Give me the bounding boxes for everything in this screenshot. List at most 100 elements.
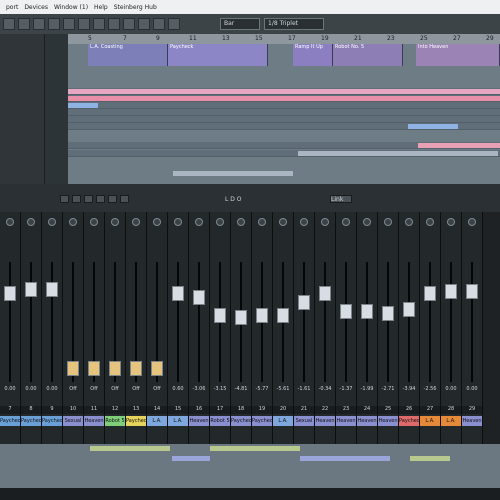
channel-name[interactable]: Heaven [84, 416, 104, 426]
audio-clip[interactable] [90, 446, 170, 451]
draw-tool-icon[interactable] [123, 18, 135, 30]
pan-knob-icon[interactable] [90, 218, 98, 226]
channel-name[interactable]: Paycheck [21, 416, 41, 426]
link-button[interactable]: Link [330, 195, 352, 203]
rewind-button[interactable] [60, 195, 69, 203]
erase-tool-icon[interactable] [63, 18, 75, 30]
channel-name[interactable]: L.A. Coasting [441, 416, 461, 426]
volume-fader[interactable] [298, 295, 310, 310]
volume-fader[interactable] [151, 361, 163, 376]
volume-fader[interactable] [403, 301, 415, 317]
pan-knob-icon[interactable] [321, 218, 329, 226]
volume-fader[interactable] [424, 286, 436, 302]
channel-name[interactable]: L.A. Coasting [273, 416, 293, 426]
volume-fader[interactable] [214, 308, 226, 324]
pan-knob-icon[interactable] [27, 218, 35, 226]
forward-button[interactable] [72, 195, 81, 203]
channel-name[interactable]: Heaven [357, 416, 377, 426]
volume-fader[interactable] [466, 284, 478, 299]
mute-tool-icon[interactable] [93, 18, 105, 30]
marker-robot-no-5[interactable]: Robot No. 5 [333, 44, 403, 66]
channel-name[interactable]: Paycheck [42, 416, 62, 426]
menu-item-steinberg-hub[interactable]: Steinberg Hub [114, 4, 157, 11]
volume-fader[interactable] [235, 310, 247, 326]
pan-knob-icon[interactable] [468, 218, 476, 226]
pan-knob-icon[interactable] [69, 218, 77, 226]
audio-clip[interactable] [408, 124, 458, 129]
zoom-tool-icon[interactable] [78, 18, 90, 30]
pan-knob-icon[interactable] [342, 218, 350, 226]
record-button[interactable] [120, 195, 129, 203]
pan-knob-icon[interactable] [195, 218, 203, 226]
audio-clip[interactable] [418, 143, 500, 148]
pan-knob-icon[interactable] [384, 218, 392, 226]
volume-fader[interactable] [4, 286, 16, 302]
channel-name[interactable]: Paycheck [231, 416, 251, 426]
volume-fader[interactable] [46, 281, 58, 297]
split-tool-icon[interactable] [33, 18, 45, 30]
volume-fader[interactable] [319, 286, 331, 302]
volume-fader[interactable] [193, 289, 205, 305]
grid-type-select[interactable]: 1/8 Triplet [264, 18, 324, 30]
audio-clip[interactable] [172, 456, 210, 461]
play-tool-icon[interactable] [138, 18, 150, 30]
menu-item-port[interactable]: port [6, 4, 18, 11]
channel-name[interactable]: Heaven [315, 416, 335, 426]
volume-fader[interactable] [25, 281, 37, 297]
volume-fader[interactable] [88, 361, 100, 376]
audio-clip[interactable] [298, 151, 498, 156]
pan-knob-icon[interactable] [258, 218, 266, 226]
audio-clip[interactable] [173, 171, 293, 176]
snap-icon[interactable] [153, 18, 165, 30]
volume-fader[interactable] [256, 308, 268, 324]
volume-fader[interactable] [172, 286, 184, 302]
pointer-tool-icon[interactable] [3, 18, 15, 30]
track-lane[interactable] [68, 102, 500, 109]
marker-into-heaven[interactable]: Into Heaven [416, 44, 500, 66]
timeline-ruler[interactable]: 5 7 9 11 13 15 17 19 21 23 25 27 29 [68, 34, 500, 44]
glue-tool-icon[interactable] [48, 18, 60, 30]
volume-fader[interactable] [277, 308, 289, 324]
channel-name[interactable]: L.A. Coasting [168, 416, 188, 426]
channel-name[interactable]: Paycheck [399, 416, 419, 426]
pan-knob-icon[interactable] [279, 218, 287, 226]
pan-knob-icon[interactable] [237, 218, 245, 226]
channel-name[interactable]: Sexual Healing [294, 416, 314, 426]
channel-name[interactable]: Paycheck [126, 416, 146, 426]
channel-name[interactable]: Robot 5 [210, 416, 230, 426]
grid-icon[interactable] [168, 18, 180, 30]
volume-fader[interactable] [130, 361, 142, 376]
track-lane[interactable] [68, 109, 500, 116]
audio-clip[interactable] [410, 456, 450, 461]
track-lane[interactable] [68, 116, 500, 123]
pan-knob-icon[interactable] [363, 218, 371, 226]
pan-knob-icon[interactable] [426, 218, 434, 226]
volume-fader[interactable] [109, 361, 121, 376]
pan-knob-icon[interactable] [405, 218, 413, 226]
audio-clip[interactable] [300, 456, 390, 461]
pan-knob-icon[interactable] [132, 218, 140, 226]
volume-fader[interactable] [445, 284, 457, 299]
channel-name[interactable]: L.A. Coasting [420, 416, 440, 426]
channel-name[interactable]: Heaven [189, 416, 209, 426]
quantize-select[interactable]: Bar [220, 18, 260, 30]
channel-name[interactable]: Sexual Healing [63, 416, 83, 426]
channel-name[interactable]: L.A. Coasting [147, 416, 167, 426]
audio-clip[interactable] [68, 103, 98, 108]
menu-item-help[interactable]: Help [94, 4, 108, 11]
audio-clip[interactable] [68, 96, 500, 101]
channel-name[interactable]: Heaven [378, 416, 398, 426]
arrangement-area[interactable]: L.A. Coasting Paycheck Ramp It Up Robot … [68, 44, 500, 184]
range-tool-icon[interactable] [18, 18, 30, 30]
pan-knob-icon[interactable] [111, 218, 119, 226]
stop-button[interactable] [96, 195, 105, 203]
audio-clip[interactable] [68, 89, 500, 94]
channel-name[interactable]: Robot 5 [105, 416, 125, 426]
channel-name[interactable]: Heaven [462, 416, 482, 426]
play-button[interactable] [108, 195, 117, 203]
volume-fader[interactable] [67, 361, 79, 376]
marker-paycheck[interactable]: Paycheck [168, 44, 268, 66]
marker-la-coasting[interactable]: L.A. Coasting [88, 44, 168, 66]
pan-knob-icon[interactable] [153, 218, 161, 226]
volume-fader[interactable] [382, 306, 394, 321]
